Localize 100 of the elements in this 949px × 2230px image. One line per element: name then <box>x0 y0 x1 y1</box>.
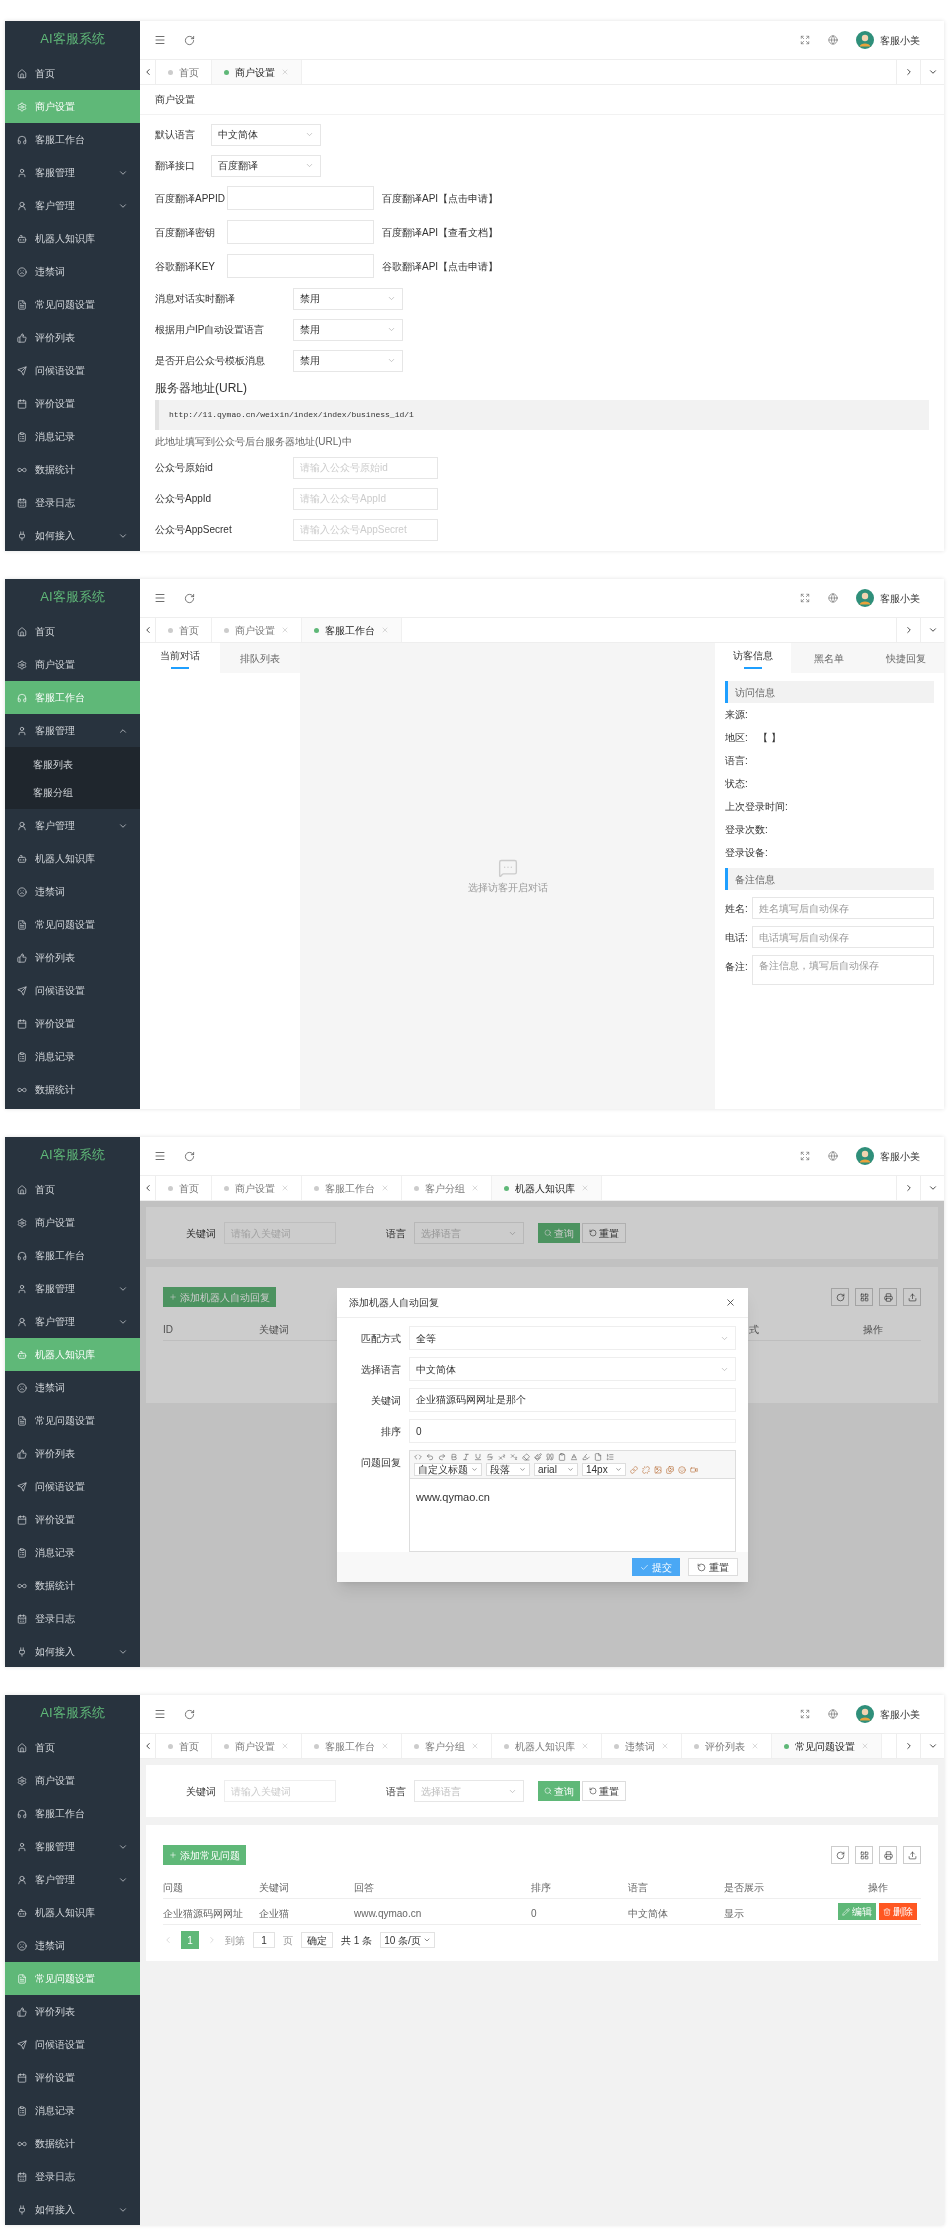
sidebar-item[interactable]: 如何接入 <box>5 2193 140 2225</box>
avatar-icon[interactable] <box>856 589 874 607</box>
highlighter-icon[interactable] <box>582 1453 590 1461</box>
editor-dropdown[interactable]: 段落 <box>486 1463 530 1476</box>
sidebar-item[interactable]: 评价设置 <box>5 387 140 420</box>
sidebar-item[interactable]: 评价设置 <box>5 2061 140 2094</box>
sidebar-item[interactable]: 问候语设置 <box>5 1470 140 1503</box>
sidebar-item[interactable]: 常见问题设置 <box>5 288 140 321</box>
user-name[interactable]: 客服小美 <box>880 1148 920 1164</box>
conversation-tab[interactable]: 当前对话 <box>140 643 220 673</box>
close-icon[interactable] <box>725 1297 736 1308</box>
globe-icon[interactable] <box>828 1151 838 1161</box>
menu-icon[interactable] <box>154 1708 166 1720</box>
paintbrush-icon[interactable] <box>534 1453 542 1461</box>
sidebar-item[interactable]: 商户设置 <box>5 648 140 681</box>
api-link[interactable]: 谷歌翻译API【点击申请】 <box>382 258 499 274</box>
menu-icon[interactable] <box>154 34 166 46</box>
info-tab[interactable]: 黑名单 <box>791 643 868 673</box>
user-name[interactable]: 客服小美 <box>880 1706 920 1722</box>
sidebar-item[interactable]: 如何接入 <box>5 519 140 551</box>
refresh-icon[interactable] <box>184 1708 195 1720</box>
select-field[interactable]: 中文简体 <box>409 1357 736 1381</box>
reset-button[interactable]: 重置 <box>582 1223 626 1243</box>
previous-page-icon[interactable] <box>163 1935 173 1945</box>
rich-text-editor[interactable]: 自定义标题 段落 arial 14px www.qymao.cn <box>409 1450 736 1552</box>
input-field[interactable]: 0 <box>409 1419 736 1443</box>
sidebar-item[interactable]: 消息记录 <box>5 1040 140 1073</box>
avatar-icon[interactable] <box>856 1705 874 1723</box>
api-link[interactable]: 百度翻译API【查看文档】 <box>382 224 499 240</box>
select-field[interactable]: 中文简体 <box>211 123 321 146</box>
sidebar-item[interactable]: 客服管理 <box>5 156 140 189</box>
select-field[interactable]: 百度翻译 <box>211 154 321 177</box>
sidebar-item[interactable]: 首页 <box>5 615 140 648</box>
menu-icon[interactable] <box>154 1150 166 1162</box>
video-icon[interactable] <box>690 1465 698 1474</box>
image-icon[interactable] <box>654 1465 662 1474</box>
notes-textarea[interactable]: 备注信息，填写后自动保存 <box>751 955 934 985</box>
sidebar-item[interactable]: 评价列表 <box>5 321 140 354</box>
select-field[interactable]: 禁用 <box>293 318 403 341</box>
sidebar-item[interactable]: 常见问题设置 <box>5 908 140 941</box>
code-icon[interactable] <box>414 1453 422 1461</box>
sidebar-item[interactable]: 机器人知识库 <box>5 222 140 255</box>
print-button[interactable] <box>879 1846 897 1864</box>
confirm-button[interactable]: 确定 <box>301 1932 333 1948</box>
quote-icon[interactable] <box>546 1453 554 1461</box>
user-name[interactable]: 客服小美 <box>880 32 920 48</box>
sidebar-item[interactable]: 数据统计 <box>5 1073 140 1106</box>
sidebar-item[interactable]: 客服管理 <box>5 1830 140 1863</box>
sidebar-item[interactable]: 客户管理 <box>5 189 140 222</box>
sidebar-item[interactable]: 问候语设置 <box>5 974 140 1007</box>
sidebar-item[interactable]: 评价列表 <box>5 1995 140 2028</box>
sidebar-item[interactable]: 客服工作台 <box>5 1239 140 1272</box>
sidebar-item[interactable]: 如何接入 <box>5 1635 140 1667</box>
refresh-button[interactable] <box>831 1846 849 1864</box>
user-name[interactable]: 客服小美 <box>880 590 920 606</box>
page-icon[interactable] <box>594 1453 602 1461</box>
line-spacing-icon[interactable] <box>606 1453 614 1461</box>
page-size-select[interactable]: 10 条/页 <box>380 1932 435 1948</box>
reset-button[interactable]: 重置 <box>582 1781 626 1801</box>
reset-button[interactable]: 重置 <box>688 1558 738 1576</box>
sidebar-item[interactable]: 商户设置 <box>5 1764 140 1797</box>
sidebar-item[interactable]: 常见问题设置 <box>5 1404 140 1437</box>
images-icon[interactable] <box>666 1465 674 1474</box>
conversation-tab[interactable]: 排队列表 <box>220 643 300 673</box>
fullscreen-icon[interactable] <box>800 1151 810 1161</box>
subscript-icon[interactable] <box>510 1453 518 1461</box>
input-field[interactable] <box>227 254 374 278</box>
strikethrough-icon[interactable] <box>486 1453 494 1461</box>
sidebar-item[interactable]: 客服管理 <box>5 714 140 747</box>
globe-icon[interactable] <box>828 1709 838 1719</box>
sidebar-item[interactable]: 评价列表 <box>5 1437 140 1470</box>
globe-icon[interactable] <box>828 593 838 603</box>
page-tab[interactable]: 常见问题设置 <box>772 1734 882 1758</box>
superscript-icon[interactable] <box>498 1453 506 1461</box>
export-button[interactable] <box>903 1846 921 1864</box>
refresh-icon[interactable] <box>184 1150 195 1162</box>
eraser-icon[interactable] <box>522 1453 530 1461</box>
sidebar-item[interactable]: 问候语设置 <box>5 354 140 387</box>
sidebar-item[interactable]: 违禁词 <box>5 875 140 908</box>
smiley-icon[interactable] <box>678 1465 686 1474</box>
page-tab[interactable]: 机器人知识库 <box>492 1176 602 1200</box>
font-color-icon[interactable] <box>570 1453 578 1461</box>
underline-icon[interactable] <box>474 1453 482 1461</box>
sidebar-item[interactable]: 首页 <box>5 1173 140 1206</box>
link-icon[interactable] <box>630 1465 638 1474</box>
input-field[interactable] <box>227 220 374 244</box>
fullscreen-icon[interactable] <box>800 35 810 45</box>
print-button[interactable] <box>879 1288 897 1306</box>
info-tab[interactable]: 访客信息 <box>715 643 792 673</box>
info-tab[interactable]: 快捷回复 <box>867 643 944 673</box>
api-link[interactable]: 百度翻译API【点击申请】 <box>382 190 499 206</box>
sidebar-item[interactable]: 消息记录 <box>5 1536 140 1569</box>
columns-button[interactable] <box>855 1288 873 1306</box>
avatar-icon[interactable] <box>856 1147 874 1165</box>
sidebar-item[interactable]: 消息记录 <box>5 2094 140 2127</box>
sidebar-item[interactable]: 评价设置 <box>5 1007 140 1040</box>
editor-dropdown[interactable]: 自定义标题 <box>414 1463 482 1476</box>
page-tab[interactable]: 商户设置 <box>212 60 302 84</box>
avatar-icon[interactable] <box>856 31 874 49</box>
redo-icon[interactable] <box>438 1453 446 1461</box>
